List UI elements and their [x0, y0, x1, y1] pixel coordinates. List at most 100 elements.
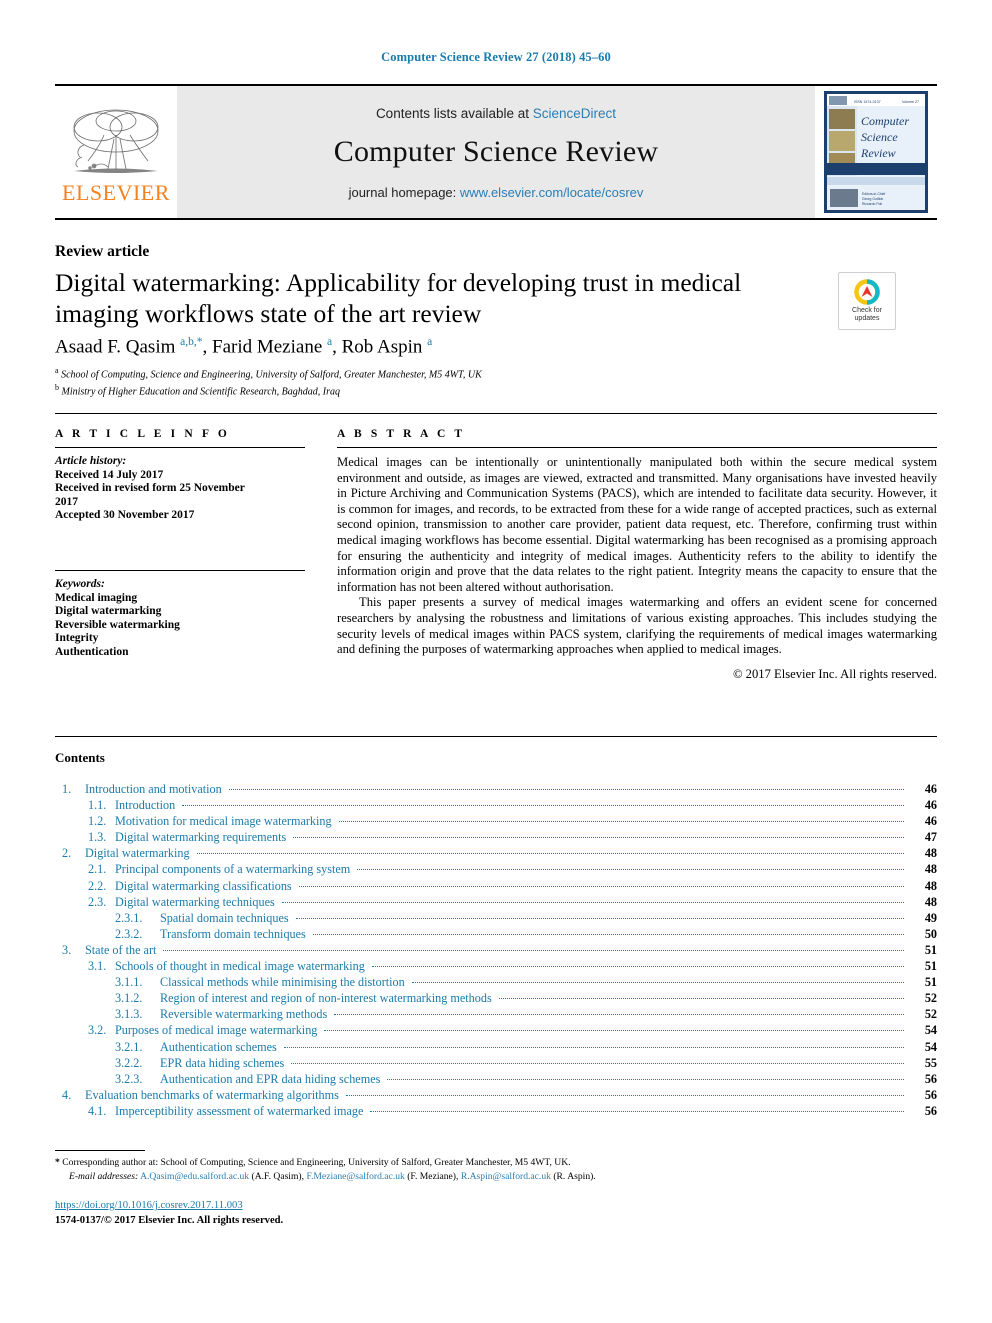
email-link-aspin[interactable]: R.Aspin@salford.ac.uk: [461, 1171, 551, 1182]
keyword-2: Reversible watermarking: [55, 618, 180, 631]
abstract-paragraph-2: This paper presents a survey of medical …: [337, 595, 937, 657]
footnotes-block: * Corresponding author at: School of Com…: [55, 1156, 937, 1183]
toc-entry[interactable]: 3.2. Purposes of medical image watermarki…: [55, 1023, 937, 1039]
toc-entry-page: 54: [924, 1023, 937, 1038]
toc-entry-label[interactable]: Principal components of a watermarking s…: [115, 862, 354, 877]
article-history-1: Received in revised form 25 November: [55, 482, 245, 495]
toc-entry-number: 4.1.: [88, 1103, 107, 1118]
toc-leader-dots: [298, 885, 904, 887]
toc-entry-label[interactable]: Transform domain techniques: [160, 927, 310, 942]
toc-entry-label[interactable]: Introduction and motivation: [85, 782, 226, 797]
doi-link[interactable]: https://doi.org/10.1016/j.cosrev.2017.11…: [55, 1199, 283, 1214]
toc-leader-dots: [295, 917, 904, 919]
toc-entry[interactable]: 3.1.3. Reversible watermarking methods 52: [55, 1007, 937, 1023]
toc-entry-label[interactable]: Purposes of medical image watermarking: [115, 1023, 321, 1038]
elsevier-wordmark: ELSEVIER: [62, 179, 170, 205]
toc-entry[interactable]: 3.2.3. Authentication and EPR data hiding…: [55, 1072, 937, 1088]
toc-entry[interactable]: 1. Introduction and motivation 46: [55, 782, 937, 798]
toc-entry-label[interactable]: Introduction: [115, 798, 179, 813]
toc-entry-label[interactable]: Authentication schemes: [160, 1040, 281, 1055]
toc-entry[interactable]: 2.3.2. Transform domain techniques 50: [55, 927, 937, 943]
toc-entry-label[interactable]: Imperceptibility assessment of watermark…: [115, 1104, 367, 1119]
toc-entry[interactable]: 3.2.2. EPR data hiding schemes 55: [55, 1056, 937, 1072]
toc-entry[interactable]: 3.1.2. Region of interest and region of n…: [55, 991, 937, 1007]
toc-entry-label[interactable]: Schools of thought in medical image wate…: [115, 959, 369, 974]
sciencedirect-link[interactable]: ScienceDirect: [533, 106, 616, 121]
toc-entry-label[interactable]: Spatial domain techniques: [160, 911, 293, 926]
toc-entry-label[interactable]: Region of interest and region of non-int…: [160, 991, 496, 1006]
toc-entry-label[interactable]: Digital watermarking: [85, 846, 194, 861]
abstract-copyright: © 2017 Elsevier Inc. All rights reserved…: [732, 666, 937, 681]
toc-entry-page: 48: [924, 862, 937, 877]
email-who-aspin: (R. Aspin).: [553, 1170, 596, 1182]
journal-homepage-line: journal homepage: www.elsevier.com/locat…: [349, 185, 644, 200]
article-history-block: Article history: Received 14 July 2017 R…: [55, 455, 305, 523]
toc-entry[interactable]: 3.1. Schools of thought in medical image …: [55, 959, 937, 975]
toc-entry-label[interactable]: Authentication and EPR data hiding schem…: [160, 1072, 384, 1087]
email-who-qasim: (A.F. Qasim),: [251, 1170, 305, 1182]
keywords-block: Keywords: Medical imaging Digital waterm…: [55, 578, 305, 660]
toc-entry[interactable]: 2. Digital watermarking 48: [55, 846, 937, 862]
keyword-0: Medical imaging: [55, 591, 138, 604]
toc-leader-dots: [228, 789, 904, 790]
toc-entry[interactable]: 1.2. Motivation for medical image waterma…: [55, 814, 937, 830]
affiliation-marker-a: a: [55, 366, 59, 375]
toc-entry-number: 1.3.: [88, 830, 107, 845]
toc-entry[interactable]: 2.1. Principal components of a watermarki…: [55, 862, 937, 878]
table-of-contents: 1. Introduction and motivation 46 1.1. Intro…: [55, 782, 937, 1120]
abstract-body: Medical images can be intentionally or u…: [337, 455, 937, 658]
toc-entry-label[interactable]: Digital watermarking requirements: [115, 830, 290, 845]
toc-entry[interactable]: 3.1.1. Classical methods while minimising…: [55, 975, 937, 991]
toc-entry[interactable]: 4. Evaluation benchmarks of watermarking …: [55, 1088, 937, 1104]
toc-entry[interactable]: 1.1. Introduction 46: [55, 798, 937, 814]
doi-block: https://doi.org/10.1016/j.cosrev.2017.11…: [55, 1199, 283, 1228]
toc-entry[interactable]: 2.3.1. Spatial domain techniques 49: [55, 911, 937, 927]
crossmark-badge[interactable]: Check for updates: [838, 272, 896, 330]
toc-entry[interactable]: 2.3. Digital watermarking techniques 48: [55, 895, 937, 911]
journal-masthead: ELSEVIER Contents lists available at Sci…: [55, 84, 937, 220]
email-who-meziane: (F. Meziane),: [407, 1170, 459, 1182]
toc-leader-dots: [291, 1062, 904, 1064]
toc-leader-dots: [182, 805, 904, 807]
affiliation-b: b Ministry of Higher Education and Scien…: [55, 381, 855, 398]
affiliation-a-text: School of Computing, Science and Enginee…: [61, 369, 482, 381]
toc-entry[interactable]: 3. State of the art 51: [55, 943, 937, 959]
email-link-meziane[interactable]: F.Meziane@salford.ac.uk: [306, 1171, 404, 1182]
toc-entry-label[interactable]: Reversible watermarking methods: [160, 1007, 331, 1022]
toc-entry-label[interactable]: EPR data hiding schemes: [160, 1056, 288, 1071]
journal-title: Computer Science Review: [333, 135, 659, 168]
toc-entry[interactable]: 2.2. Digital watermarking classifications…: [55, 879, 937, 895]
footnote-divider: [55, 1150, 145, 1151]
toc-entry-number: 3.2.: [88, 1023, 107, 1038]
journal-cover-image: ISSN 1574-0137 Volume 27 Computer Scienc…: [824, 91, 928, 213]
toc-leader-dots: [281, 901, 904, 903]
svg-text:Computer: Computer: [861, 114, 909, 128]
email-addresses-note: E-mail addresses: A.Qasim@edu.salford.ac…: [55, 1170, 937, 1184]
toc-entry-page: 51: [924, 942, 937, 957]
svg-text:Georg Gottlob: Georg Gottlob: [862, 197, 883, 201]
svg-text:ISSN 1574-0137: ISSN 1574-0137: [854, 100, 881, 104]
toc-leader-dots: [370, 1110, 904, 1112]
toc-entry-label[interactable]: Classical methods while minimising the d…: [160, 975, 409, 990]
toc-entry-label[interactable]: Digital watermarking classifications: [115, 879, 296, 894]
svg-text:Review: Review: [860, 146, 896, 160]
contents-heading: Contents: [55, 750, 105, 765]
elsevier-logo: ELSEVIER: [55, 86, 177, 218]
svg-text:Science: Science: [861, 130, 898, 144]
toc-entry-number: 3.1.3.: [115, 1007, 143, 1022]
toc-entry-label[interactable]: State of the art: [85, 943, 160, 958]
email-link-qasim[interactable]: A.Qasim@edu.salford.ac.uk: [140, 1171, 249, 1182]
journal-cover-thumbnail: ISSN 1574-0137 Volume 27 Computer Scienc…: [815, 86, 937, 218]
elsevier-tree-icon: [73, 109, 159, 173]
toc-entry[interactable]: 1.3. Digital watermarking requirements 47: [55, 830, 937, 846]
toc-entry[interactable]: 4.1. Imperceptibility assessment of water…: [55, 1104, 937, 1120]
toc-entry-label[interactable]: Motivation for medical image watermarkin…: [115, 814, 336, 829]
issn-copyright-line: 1574-0137/© 2017 Elsevier Inc. All right…: [55, 1214, 284, 1226]
journal-homepage-link[interactable]: www.elsevier.com/locate/cosrev: [460, 185, 644, 200]
corresponding-author-note: * Corresponding author at: School of Com…: [55, 1156, 937, 1170]
toc-entry-label[interactable]: Digital watermarking techniques: [115, 895, 279, 910]
toc-entry-label[interactable]: Evaluation benchmarks of watermarking al…: [85, 1088, 343, 1103]
toc-entry[interactable]: 3.2.1. Authentication schemes 54: [55, 1040, 937, 1056]
toc-entry-page: 46: [924, 798, 937, 813]
